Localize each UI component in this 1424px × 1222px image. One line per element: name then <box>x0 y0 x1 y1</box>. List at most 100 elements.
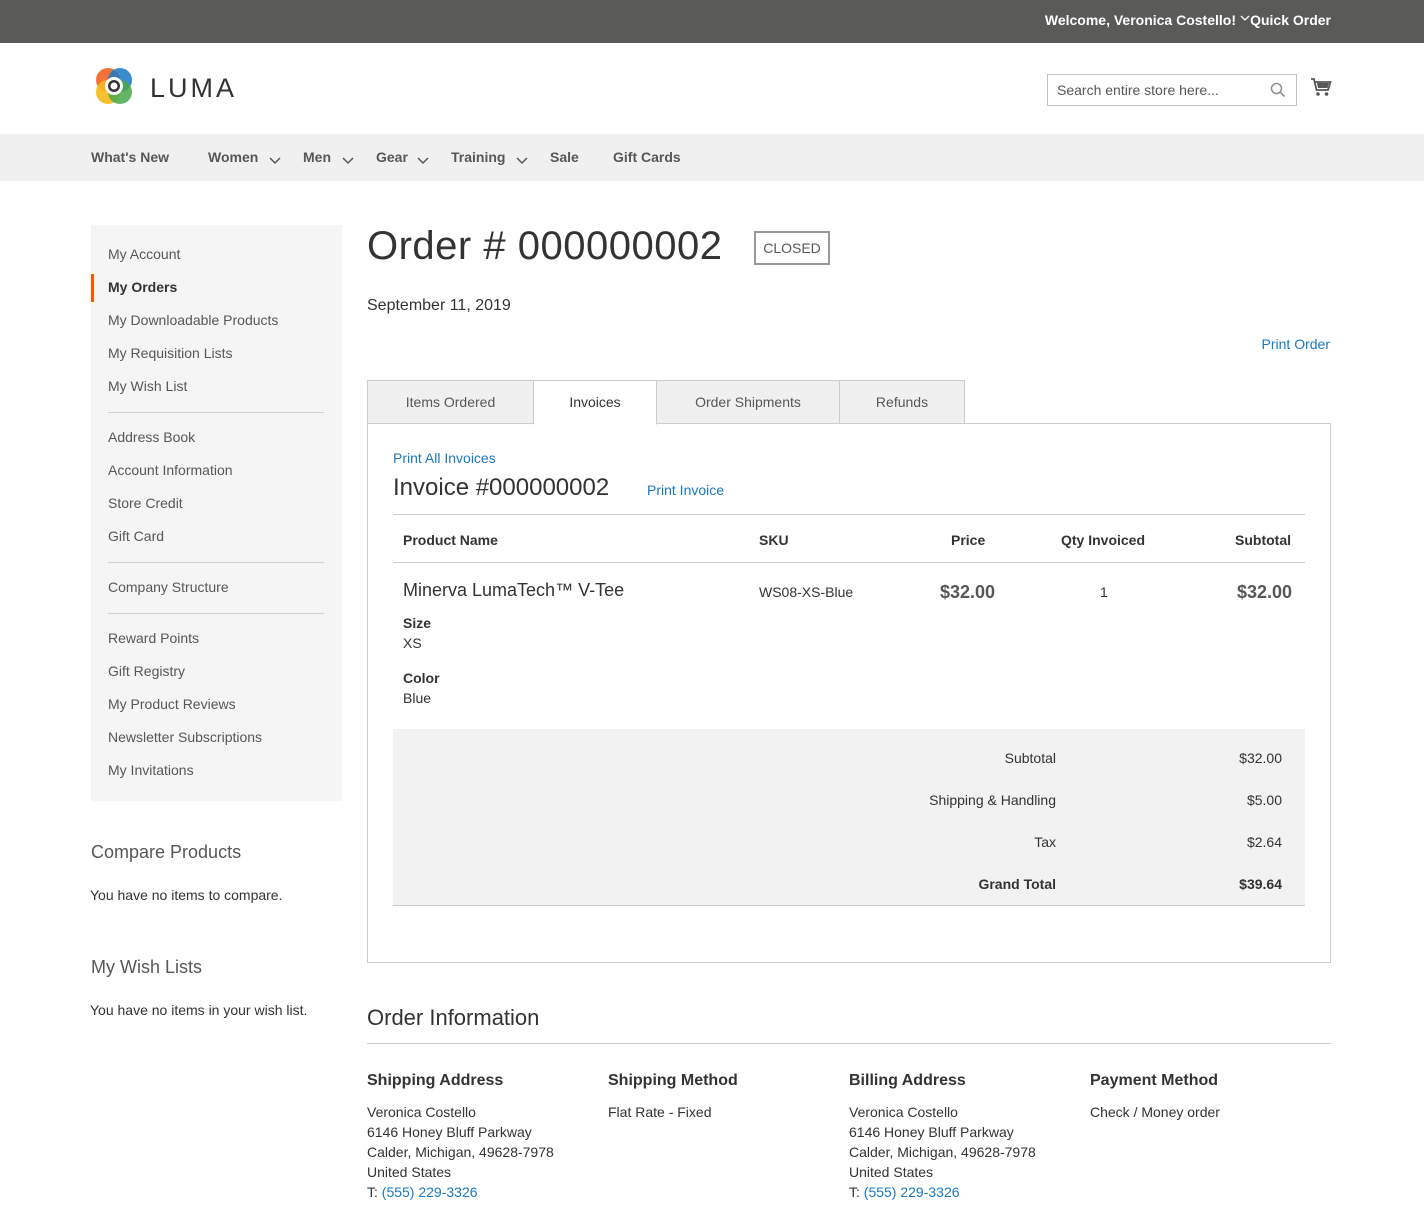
phone-link[interactable]: (555) 229-3326 <box>382 1184 478 1200</box>
compare-products-title: Compare Products <box>91 842 242 862</box>
shipping-method-title: Shipping Method <box>608 1072 738 1089</box>
address-country: United States <box>367 1164 452 1180</box>
wish-lists-title: My Wish Lists <box>91 957 203 977</box>
option-value-color: Blue <box>403 690 432 706</box>
address-phone-row: T: (555) 229-3326 <box>849 1182 1036 1202</box>
totals-label-grand-total: Grand Total <box>978 876 1056 892</box>
invoice-title: Invoice #000000002 <box>393 474 610 501</box>
status-badge: CLOSED <box>754 231 830 265</box>
chevron-down-icon[interactable] <box>417 152 429 165</box>
divider <box>108 562 324 563</box>
sidebar-item-reward-points[interactable]: Reward Points <box>108 630 199 646</box>
tab-items-ordered[interactable]: Items Ordered <box>367 380 534 424</box>
print-invoice-link[interactable]: Print Invoice <box>647 482 724 498</box>
nav-gift-cards[interactable]: Gift Cards <box>613 149 681 165</box>
divider <box>108 613 324 614</box>
print-all-invoices-link[interactable]: Print All Invoices <box>393 450 496 466</box>
sidebar-item-gift-card[interactable]: Gift Card <box>108 528 164 544</box>
tab-invoices[interactable]: Invoices <box>533 380 657 425</box>
address-city: Calder, Michigan, 49628-7978 <box>849 1144 1036 1160</box>
address-name: Veronica Costello <box>849 1104 958 1120</box>
column-header-product-name: Product Name <box>403 532 498 548</box>
product-name: Minerva LumaTech™ V-Tee <box>403 580 625 600</box>
sidebar-item-requisition-lists[interactable]: My Requisition Lists <box>108 345 233 361</box>
address-street: 6146 Honey Bluff Parkway <box>367 1124 532 1140</box>
tab-order-shipments[interactable]: Order Shipments <box>656 380 840 424</box>
phone-prefix: T: <box>367 1184 378 1200</box>
nav-sale[interactable]: Sale <box>550 149 579 165</box>
invoice-totals: Subtotal $32.00 Shipping & Handling $5.0… <box>393 729 1305 906</box>
order-information-title: Order Information <box>367 1005 540 1030</box>
compare-products-empty: You have no items to compare. <box>90 887 283 903</box>
payment-method-value: Check / Money order <box>1090 1104 1220 1120</box>
sidebar-item-wish-list[interactable]: My Wish List <box>108 378 187 394</box>
page-title: Order # 000000002 <box>367 224 723 268</box>
address-country: United States <box>849 1164 934 1180</box>
divider <box>367 1043 1331 1044</box>
sidebar-item-address-book[interactable]: Address Book <box>108 429 195 445</box>
column-header-price: Price <box>951 532 986 548</box>
print-order-link[interactable]: Print Order <box>1262 336 1330 352</box>
sidebar-item-downloadable-products[interactable]: My Downloadable Products <box>108 312 278 328</box>
top-bar: Welcome, Veronica Costello! Quick Order <box>0 0 1424 43</box>
nav-women[interactable]: Women <box>208 149 258 165</box>
totals-value-tax: $2.64 <box>1246 834 1282 850</box>
chevron-down-icon[interactable] <box>1240 13 1250 25</box>
phone-link[interactable]: (555) 229-3326 <box>864 1184 960 1200</box>
shipping-method-value: Flat Rate - Fixed <box>608 1104 712 1120</box>
search-icon[interactable] <box>1270 82 1286 98</box>
totals-value-grand-total: $39.64 <box>1239 876 1282 892</box>
address-city: Calder, Michigan, 49628-7978 <box>367 1144 554 1160</box>
welcome-message[interactable]: Welcome, Veronica Costello! <box>1045 12 1236 28</box>
column-header-sku: SKU <box>759 532 789 548</box>
sidebar-item-account-information[interactable]: Account Information <box>108 462 233 478</box>
divider <box>108 412 324 413</box>
billing-address: Veronica Costello 6146 Honey Bluff Parkw… <box>849 1102 1036 1202</box>
account-sidebar: My Account My Orders My Downloadable Pro… <box>91 225 342 801</box>
address-street: 6146 Honey Bluff Parkway <box>849 1124 1014 1140</box>
chevron-down-icon[interactable] <box>269 152 281 165</box>
shipping-address-title: Shipping Address <box>367 1072 504 1089</box>
nav-training[interactable]: Training <box>451 149 505 165</box>
product-price: $32.00 <box>940 582 996 602</box>
quick-order-link[interactable]: Quick Order <box>1250 12 1331 28</box>
option-label-size: Size <box>403 615 432 631</box>
sidebar-item-newsletter-subscriptions[interactable]: Newsletter Subscriptions <box>108 729 262 745</box>
sidebar-item-my-orders: My Orders <box>108 279 178 295</box>
product-qty: 1 <box>1100 584 1108 600</box>
option-label-color: Color <box>403 670 440 686</box>
shipping-address: Veronica Costello 6146 Honey Bluff Parkw… <box>367 1102 554 1202</box>
order-date: September 11, 2019 <box>367 297 511 314</box>
search-box <box>1047 74 1297 106</box>
main-navigation: What's New Women Men Gear Training Sale … <box>0 134 1424 181</box>
logo-text: LUMA <box>150 73 238 103</box>
cart-icon[interactable] <box>1310 76 1332 98</box>
search-input[interactable] <box>1048 75 1258 105</box>
totals-label-tax: Tax <box>1034 834 1056 850</box>
billing-address-title: Billing Address <box>849 1072 966 1089</box>
sidebar-item-my-invitations[interactable]: My Invitations <box>108 762 194 778</box>
column-header-subtotal: Subtotal <box>1235 532 1291 548</box>
totals-label-subtotal: Subtotal <box>1004 750 1056 766</box>
option-value-size: XS <box>403 635 422 651</box>
sidebar-item-store-credit[interactable]: Store Credit <box>108 495 183 511</box>
sidebar-item-company-structure[interactable]: Company Structure <box>108 579 229 595</box>
wish-lists-empty: You have no items in your wish list. <box>90 1002 308 1018</box>
sidebar-item-my-account[interactable]: My Account <box>108 246 180 262</box>
chevron-down-icon[interactable] <box>342 152 354 165</box>
tab-refunds[interactable]: Refunds <box>839 380 965 424</box>
nav-men[interactable]: Men <box>303 149 331 165</box>
sidebar-item-gift-registry[interactable]: Gift Registry <box>108 663 185 679</box>
address-phone-row: T: (555) 229-3326 <box>367 1182 554 1202</box>
chevron-down-icon[interactable] <box>516 152 528 165</box>
address-name: Veronica Costello <box>367 1104 476 1120</box>
sidebar-item-product-reviews[interactable]: My Product Reviews <box>108 696 236 712</box>
divider <box>393 562 1305 563</box>
nav-whats-new[interactable]: What's New <box>91 149 169 165</box>
nav-gear[interactable]: Gear <box>376 149 408 165</box>
totals-value-shipping: $5.00 <box>1246 792 1282 808</box>
divider <box>393 514 1305 515</box>
product-subtotal: $32.00 <box>1237 582 1293 602</box>
column-header-qty-invoiced: Qty Invoiced <box>1061 532 1146 548</box>
totals-value-subtotal: $32.00 <box>1239 750 1282 766</box>
